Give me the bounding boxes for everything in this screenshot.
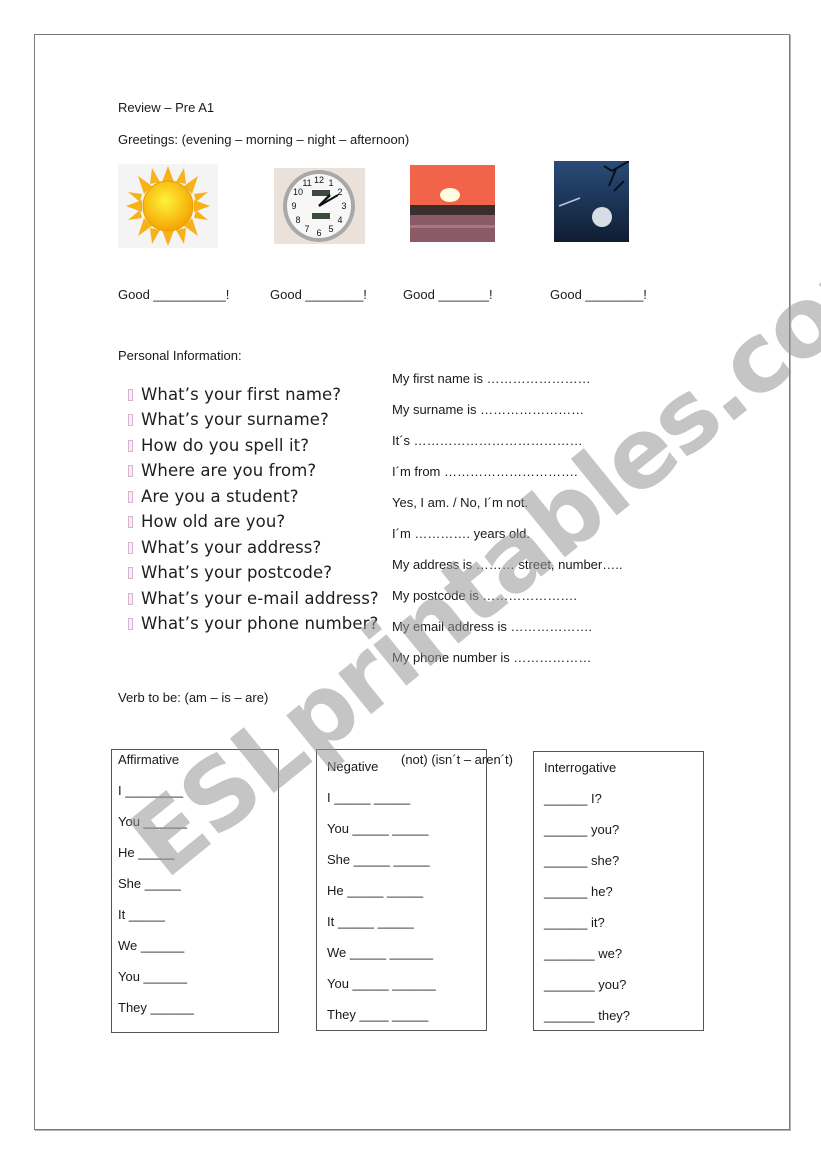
svg-text:6: 6 (316, 228, 321, 238)
bullet-icon (128, 516, 133, 528)
negative-row[interactable]: We _____ ______ (327, 945, 433, 960)
affirmative-row[interactable]: He _____ (118, 845, 174, 860)
sunset-icon (410, 165, 495, 242)
greeting-blank-1[interactable]: Good __________! (118, 287, 229, 302)
answer-item[interactable]: My email address is ………………. (392, 619, 592, 634)
negative-row[interactable]: He _____ _____ (327, 883, 423, 898)
moon-night-icon (554, 161, 629, 242)
bullet-icon (128, 491, 133, 503)
greeting-blank-2[interactable]: Good ________! (270, 287, 367, 302)
greeting-blank-4[interactable]: Good ________! (550, 287, 647, 302)
affirmative-row[interactable]: It _____ (118, 907, 165, 922)
answer-item[interactable]: My first name is …………………… (392, 371, 591, 386)
question-item: Are you a student? (128, 487, 299, 506)
svg-text:1: 1 (328, 178, 333, 188)
verb-heading: Verb to be: (am – is – are) (118, 690, 269, 705)
bullet-icon (128, 593, 133, 605)
interrogative-box: Interrogative ______ I? ______ you? ____… (533, 751, 704, 1031)
negative-row[interactable]: I _____ _____ (327, 790, 410, 805)
bullet-icon (128, 567, 133, 579)
answer-item[interactable]: It´s ………………………………… (392, 433, 583, 448)
interrogative-row[interactable]: ______ you? (544, 822, 619, 837)
negative-row[interactable]: It _____ _____ (327, 914, 414, 929)
worksheet-title: Review – Pre A1 (118, 100, 215, 115)
svg-text:11: 11 (302, 178, 311, 188)
affirmative-row[interactable]: You ______ (118, 814, 187, 829)
sun-icon (118, 164, 218, 248)
question-item: What’s your address? (128, 538, 321, 557)
interrogative-row[interactable]: _______ they? (544, 1008, 630, 1023)
interrogative-row[interactable]: ______ I? (544, 791, 602, 806)
svg-text:10: 10 (293, 187, 303, 197)
negative-row[interactable]: You _____ ______ (327, 976, 436, 991)
affirmative-box: Affirmative I ________ You ______ He ___… (111, 749, 279, 1033)
question-item: What’s your postcode? (128, 563, 332, 582)
greetings-heading: Greetings: (evening – morning – night – … (118, 132, 410, 147)
clock-icon: 12 1 2 345 678 9 10 11 (274, 168, 365, 244)
svg-text:8: 8 (295, 215, 300, 225)
bullet-icon (128, 389, 133, 401)
negative-title: Negative (327, 759, 379, 774)
personal-info-heading: Personal Information: (118, 348, 242, 363)
bullet-icon (128, 414, 133, 426)
affirmative-row[interactable]: We ______ (118, 938, 184, 953)
bullet-icon (128, 465, 133, 477)
negative-row[interactable]: She _____ _____ (327, 852, 430, 867)
affirmative-row[interactable]: You ______ (118, 969, 187, 984)
greeting-blank-3[interactable]: Good _______! (403, 287, 493, 302)
bullet-icon (128, 440, 133, 452)
negative-box: Negative I _____ _____ You _____ _____ S… (316, 749, 487, 1031)
question-item: What’s your phone number? (128, 614, 378, 633)
answer-item[interactable]: My phone number is ……………… (392, 650, 591, 665)
question-item: How do you spell it? (128, 436, 309, 455)
answer-item[interactable]: I´m from …………………………. (392, 464, 578, 479)
interrogative-row[interactable]: _______ we? (544, 946, 622, 961)
affirmative-title: Affirmative (118, 752, 180, 767)
negative-row[interactable]: You _____ _____ (327, 821, 428, 836)
svg-text:5: 5 (328, 224, 333, 234)
question-item: What’s your e-mail address? (128, 589, 379, 608)
negative-note: (not) (isn´t – aren´t) (401, 752, 513, 767)
interrogative-row[interactable]: ______ he? (544, 884, 613, 899)
answer-item[interactable]: My surname is …………………… (392, 402, 584, 417)
answer-item[interactable]: I´m …………. years old. (392, 526, 530, 541)
answer-item[interactable]: My postcode is …………………. (392, 588, 577, 603)
affirmative-row[interactable]: I ________ (118, 783, 183, 798)
svg-text:3: 3 (341, 201, 346, 211)
svg-text:4: 4 (337, 215, 342, 225)
interrogative-row[interactable]: ______ she? (544, 853, 619, 868)
negative-row[interactable]: They ____ _____ (327, 1007, 428, 1022)
question-item: What’s your surname? (128, 410, 329, 429)
affirmative-row[interactable]: She _____ (118, 876, 181, 891)
interrogative-row[interactable]: ______ it? (544, 915, 605, 930)
svg-text:12: 12 (314, 175, 324, 185)
bullet-icon (128, 618, 133, 630)
answer-item[interactable]: My address is ……… street, number….. (392, 557, 622, 572)
answer-item: Yes, I am. / No, I´m not. (392, 495, 529, 510)
bullet-icon (128, 542, 133, 554)
question-item: Where are you from? (128, 461, 316, 480)
interrogative-row[interactable]: _______ you? (544, 977, 626, 992)
question-item: What’s your first name? (128, 385, 341, 404)
question-item: How old are you? (128, 512, 285, 531)
affirmative-row[interactable]: They ______ (118, 1000, 194, 1015)
svg-text:9: 9 (291, 201, 296, 211)
svg-text:7: 7 (304, 224, 309, 234)
interrogative-title: Interrogative (544, 760, 617, 775)
